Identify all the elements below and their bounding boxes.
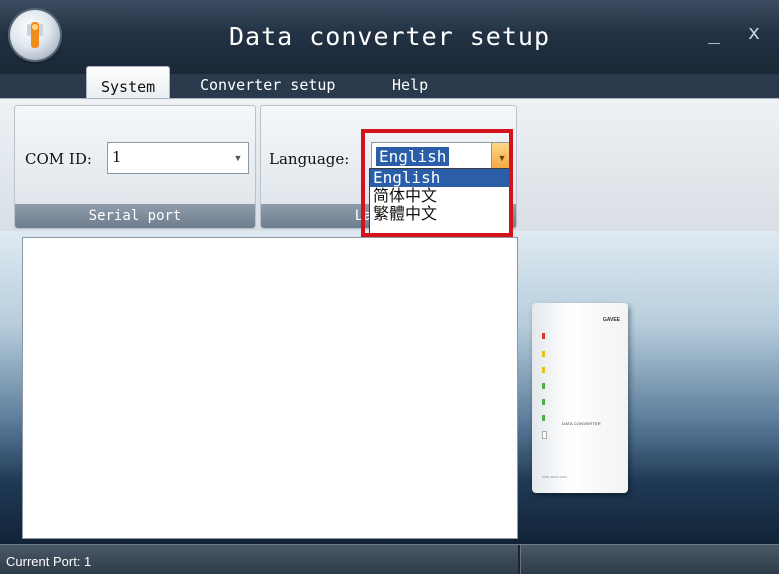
language-option-traditional-chinese[interactable]: 繁體中文 (370, 205, 510, 223)
led-indicator (542, 351, 545, 357)
language-dropdown-list: English 简体中文 繁體中文 (369, 168, 511, 234)
window-title: Data converter setup (228, 22, 551, 51)
com-id-value: 1 (112, 148, 122, 166)
device-ports: ▭▭ ▭▭ ▭▭ (542, 474, 567, 479)
device-image: GAVEE DATA CONVERTER ▭▭ ▭▭ ▭▭ (532, 303, 628, 493)
device-name: DATA CONVERTER (562, 421, 601, 426)
status-bar: Current Port: 1 (0, 544, 779, 574)
tab-bar: System Converter setup Help (0, 62, 779, 101)
language-option-english[interactable]: English (370, 169, 510, 187)
chevron-down-icon[interactable]: ▼ (228, 143, 248, 173)
device-brand: GAVEE (602, 317, 620, 323)
com-id-label: COM ID: (25, 150, 92, 168)
led-indicator (542, 333, 545, 339)
led-indicator (542, 399, 545, 405)
language-option-simplified-chinese[interactable]: 简体中文 (370, 187, 510, 205)
app-window: Data converter setup _ x System Converte… (0, 0, 779, 574)
log-panel[interactable] (22, 237, 518, 539)
reset-button (542, 431, 547, 439)
language-label: Language: (269, 150, 350, 168)
status-divider (518, 545, 521, 574)
led-indicator (542, 367, 545, 373)
led-indicator (542, 415, 545, 421)
language-value: English (376, 147, 450, 166)
serial-port-group-label: Serial port (15, 204, 255, 228)
close-button[interactable]: x (748, 20, 760, 44)
tab-converter-setup[interactable]: Converter setup (186, 72, 349, 100)
tab-help[interactable]: Help (378, 72, 442, 100)
tab-system[interactable]: System (86, 66, 171, 101)
com-id-select[interactable]: 1 ▼ (107, 142, 249, 174)
content-area: GAVEE DATA CONVERTER ▭▭ ▭▭ ▭▭ (0, 231, 779, 544)
current-port-status: Current Port: 1 (6, 554, 92, 569)
minimize-button[interactable]: _ (708, 20, 720, 44)
serial-port-group: COM ID: 1 ▼ Serial port (14, 105, 256, 229)
led-indicator (542, 383, 545, 389)
